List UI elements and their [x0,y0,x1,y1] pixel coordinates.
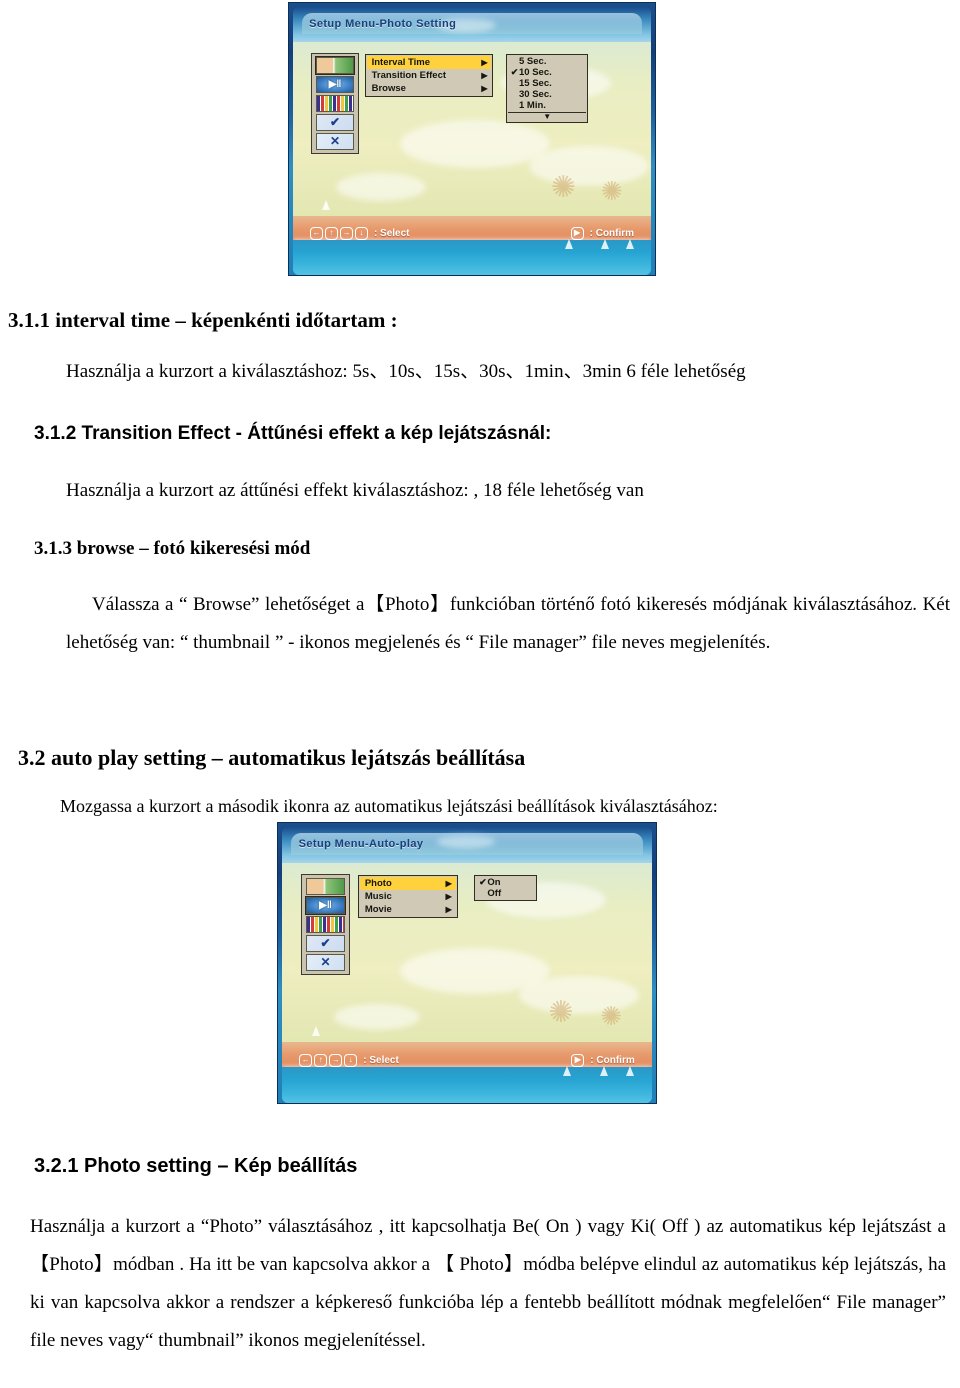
sailboat-decor [311,1025,320,1036]
option-label: Off [487,888,502,900]
photo-transfer-icon[interactable] [305,877,346,895]
confirm-hint-label: : Confirm [590,1054,635,1066]
sailboat-decor [321,199,330,210]
settings-menu-list: Interval Time ▶ Transition Effect ▶ Brow… [364,53,494,97]
option-off[interactable]: Off [476,888,535,899]
menu-item-browse[interactable]: Browse ▶ [367,82,492,95]
option-label: 15 Sec. [519,77,552,89]
option-label: 5 Sec. [519,55,547,67]
palm-tree-decor: ✺ [548,996,574,1030]
close-x-icon[interactable]: ✕ [316,132,355,150]
navigation-hint: ← ↑ → ↓ : Select [299,1053,399,1067]
menu-item-music[interactable]: Music ▶ [360,890,456,903]
select-hint-label: : Select [363,1054,399,1066]
navigation-hint: ← ↑ → ↓ : Select [309,226,410,240]
play-key-icon[interactable]: ▶ [571,1053,585,1067]
arrow-up-key-icon[interactable]: ↑ [314,1053,328,1067]
menu-item-label: Photo [364,878,392,890]
bottom-hint-bar: ← ↑ → ↓ : Select ▶ : Confirm [291,1048,643,1073]
chevron-right-icon: ▶ [481,83,488,93]
play-media-icon[interactable]: ▶‖ [316,75,355,93]
paragraph-3-2-1: Használja a kurzort a “Photo” választásá… [30,1216,946,1351]
confirm-hint-label: : Confirm [589,227,635,239]
menu-item-interval-time[interactable]: Interval Time ▶ [366,55,492,69]
option-label: On [487,877,501,889]
option-on[interactable]: ✔ On [476,877,535,888]
arrow-left-key-icon[interactable]: ← [309,226,323,240]
paragraph-3-1-1: Használja a kurzort a kiválasztáshoz: 5s… [66,361,746,382]
menu-item-label: Music [364,891,392,903]
icon-rail: ▶‖ ✔ ✕ [300,873,351,975]
autoplay-menu-list: Photo ▶ Music ▶ Movie ▶ [357,875,458,919]
heading-3-1-3: 3.1.3 browse – fotó kikeresési mód [34,538,311,559]
tv-screen: ✺ ✺ Setup Menu-Photo Setting ▶‖ ✔ ✕ Inte… [293,7,651,275]
heading-3-2-1: 3.2.1 Photo setting – Kép beállítás [34,1155,358,1177]
check-icon: ✔ [479,877,487,888]
heading-3-1-1: 3.1.1 interval time – képenkénti időtart… [8,308,398,332]
close-x-icon[interactable]: ✕ [305,953,346,971]
screen-title: Setup Menu-Auto-play [298,838,424,851]
autoplay-setting-screenshot: ✺ ✺ Setup Menu-Auto-play ▶‖ ✔ ✕ Photo ▶ … [277,822,657,1104]
cloud-decor [335,173,426,202]
menu-item-transition-effect[interactable]: Transition Effect ▶ [367,69,492,82]
chevron-right-icon: ▶ [445,892,452,902]
arrow-down-key-icon[interactable]: ↓ [354,226,368,240]
menu-item-photo[interactable]: Photo ▶ [359,877,456,891]
option-label: 1 Min. [519,99,546,111]
color-bars-icon[interactable] [305,915,346,933]
screen-title: Setup Menu-Photo Setting [309,17,457,30]
arrow-up-key-icon[interactable]: ↑ [324,226,338,240]
confirm-hint: ▶ : Confirm [570,226,635,240]
paragraph-3-1-3: Válassza a “ Browse” lehetőséget a【Photo… [66,594,950,653]
check-hand-icon[interactable]: ✔ [305,934,346,952]
check-hand-icon[interactable]: ✔ [316,113,355,131]
onoff-options-panel: ✔ On Off [474,875,538,902]
icon-rail: ▶‖ ✔ ✕ [310,52,360,154]
menu-item-movie[interactable]: Movie ▶ [360,903,456,916]
arrow-right-key-icon[interactable]: → [329,1053,343,1067]
option-1-min[interactable]: 1 Min. [508,100,586,111]
menu-item-label: Interval Time [371,56,431,68]
option-label: 30 Sec. [519,88,552,100]
option-5-sec[interactable]: 5 Sec. [508,56,586,67]
option-15-sec[interactable]: 15 Sec. [508,78,586,89]
paragraph-3-2: Mozgassa a kurzort a második ikonra az a… [60,796,718,816]
option-30-sec[interactable]: 30 Sec. [508,89,586,100]
menu-item-label: Transition Effect [371,69,447,81]
scroll-down-icon[interactable]: ▼ [508,111,587,121]
heading-3-1-2: 3.1.2 Transition Effect - Áttűnési effek… [34,423,552,444]
chevron-right-icon: ▶ [481,70,488,80]
color-bars-icon[interactable] [316,94,355,112]
arrow-right-key-icon[interactable]: → [339,226,353,240]
arrow-left-key-icon[interactable]: ← [299,1053,313,1067]
cloud-decor [333,1003,420,1030]
play-media-icon[interactable]: ▶‖ [304,895,347,915]
bottom-hint-bar: ← ↑ → ↓ : Select ▶ : Confirm [302,221,642,245]
palm-tree-decor: ✺ [550,171,576,205]
arrow-down-key-icon[interactable]: ↓ [344,1053,358,1067]
chevron-right-icon: ▶ [481,57,488,67]
photo-transfer-icon[interactable] [314,55,356,75]
paragraph-3-1-2: Használja a kurzort az áttűnési effekt k… [66,480,644,501]
menu-item-label: Movie [364,904,392,916]
option-label: 10 Sec. [519,66,552,78]
check-icon: ✔ [510,66,519,77]
heading-3-2: 3.2 auto play setting – automatikus lejá… [18,745,526,770]
cloud-decor [400,119,551,168]
select-hint-label: : Select [373,227,410,239]
chevron-right-icon: ▶ [445,879,452,889]
chevron-right-icon: ▶ [445,905,452,915]
confirm-hint: ▶ : Confirm [571,1053,635,1067]
option-10-sec[interactable]: ✔ 10 Sec. [508,67,586,78]
photo-setting-screenshot: ✺ ✺ Setup Menu-Photo Setting ▶‖ ✔ ✕ Inte… [288,2,656,276]
palm-tree-decor: ✺ [600,1001,622,1031]
play-key-icon[interactable]: ▶ [570,226,584,240]
palm-tree-decor: ✺ [600,176,623,206]
tv-screen: ✺ ✺ Setup Menu-Auto-play ▶‖ ✔ ✕ Photo ▶ … [282,827,652,1103]
menu-item-label: Browse [371,82,406,94]
interval-time-options-panel: 5 Sec. ✔ 10 Sec. 15 Sec. 30 Sec. 1 Min. … [506,53,589,123]
